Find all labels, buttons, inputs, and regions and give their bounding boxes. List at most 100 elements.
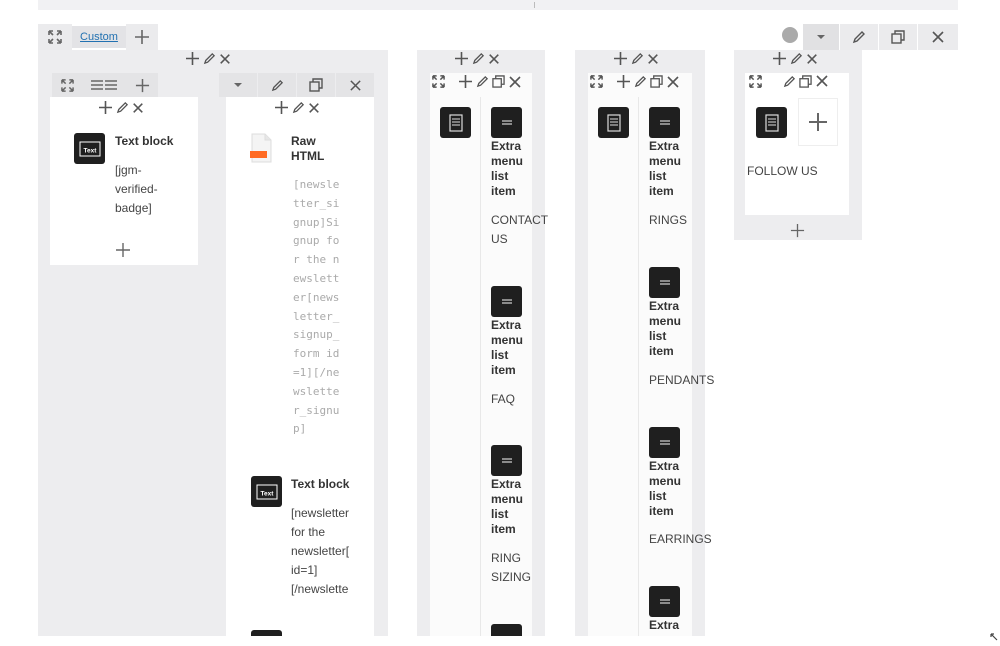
close-icon[interactable] — [308, 102, 320, 114]
clone-icon — [891, 30, 905, 44]
menu-item-icon[interactable] — [491, 107, 522, 138]
close-icon[interactable] — [488, 53, 500, 65]
expand-icon[interactable] — [432, 75, 445, 88]
column-5-inner-controls — [749, 74, 829, 88]
row-status-circle-icon[interactable] — [782, 27, 798, 43]
inner-col-edit-button[interactable] — [258, 73, 296, 97]
inner-col-dropdown-button[interactable] — [219, 73, 257, 97]
text-block-icon[interactable]: Text — [74, 133, 105, 164]
raw-html-title: Raw HTML — [291, 134, 325, 163]
inner-col-delete-button[interactable] — [336, 73, 374, 97]
pencil-icon[interactable] — [476, 75, 489, 88]
inner-column-a-controls — [98, 100, 144, 115]
svg-text:Text: Text — [260, 490, 274, 497]
add-icon[interactable] — [458, 74, 473, 89]
close-icon[interactable] — [815, 74, 829, 88]
pencil-icon[interactable] — [472, 52, 485, 65]
inner-row-expand-button[interactable] — [52, 73, 82, 97]
resize-cursor-icon — [990, 628, 998, 641]
plus-icon — [135, 30, 149, 44]
inner-col-clone-button[interactable] — [297, 73, 335, 97]
svg-text:Text: Text — [83, 147, 97, 154]
close-icon[interactable] — [666, 75, 680, 89]
add-icon[interactable] — [98, 100, 113, 115]
pencil-icon[interactable] — [783, 75, 796, 88]
menu-item-title: Extra menu list item — [491, 318, 524, 377]
menu-item-icon[interactable] — [649, 427, 680, 458]
close-icon[interactable] — [219, 53, 231, 65]
menu-item-icon[interactable] — [649, 586, 680, 617]
row-add-button[interactable] — [126, 24, 158, 50]
row-expand-button[interactable] — [38, 24, 72, 50]
chevron-down-icon — [817, 35, 825, 39]
follow-us-text: FOLLOW US — [747, 164, 818, 178]
widget-icon[interactable] — [440, 107, 471, 138]
column-3-divider — [480, 97, 481, 636]
expand-icon[interactable] — [749, 74, 762, 88]
menu-item-icon[interactable] — [491, 286, 522, 317]
column-5-controls — [772, 51, 818, 66]
text-block-title: Text block — [115, 134, 174, 148]
pencil-icon — [852, 31, 865, 44]
close-icon — [932, 31, 944, 43]
menu-item-text: EARRINGS — [649, 532, 712, 546]
pencil-icon[interactable] — [203, 52, 216, 65]
raw-html-icon[interactable] — [250, 133, 272, 168]
inner-row-add-button[interactable] — [126, 73, 158, 97]
row-dropdown-button[interactable] — [803, 24, 839, 50]
add-icon[interactable] — [185, 51, 200, 66]
add-element-icon[interactable] — [790, 220, 805, 242]
text-block-content: [jgm- verified- badge] — [115, 163, 158, 215]
add-icon[interactable] — [454, 51, 469, 66]
column-4-controls — [613, 51, 659, 66]
close-icon[interactable] — [806, 53, 818, 65]
menu-item-title: Extra menu list item — [491, 477, 524, 536]
plus-icon — [135, 78, 149, 92]
pencil-icon[interactable] — [634, 75, 647, 88]
row-edit-button[interactable] — [840, 24, 878, 50]
partial-element-icon[interactable] — [251, 630, 282, 636]
inner-row-layout-button[interactable] — [82, 73, 126, 97]
add-icon[interactable] — [616, 74, 631, 89]
pencil-icon[interactable] — [631, 52, 644, 65]
menu-item-icon[interactable] — [491, 624, 522, 636]
text-block-2-title: Text block — [291, 477, 350, 491]
custom-tab[interactable]: Custom — [72, 26, 126, 48]
add-icon[interactable] — [772, 51, 787, 66]
menu-item-icon[interactable] — [649, 107, 680, 138]
inner-column-b-controls — [274, 100, 320, 115]
menu-item-icon[interactable] — [491, 445, 522, 476]
pencil-icon[interactable] — [116, 101, 129, 114]
menu-item-icon[interactable] — [649, 267, 680, 298]
expand-icon[interactable] — [590, 75, 603, 88]
text-block-2-content: [newsletter for the newsletter[ id=1] [/… — [291, 506, 350, 596]
menu-item-text: CONTACT US — [491, 213, 549, 246]
text-block-icon[interactable]: Text — [251, 476, 282, 507]
close-icon[interactable] — [508, 75, 522, 89]
menu-item-title: Extra menu list item — [649, 299, 682, 358]
layout-lines-icon — [91, 80, 117, 90]
add-element-icon[interactable] — [115, 240, 131, 262]
clone-icon[interactable] — [650, 75, 663, 88]
clone-icon[interactable] — [799, 74, 812, 88]
clone-icon[interactable] — [492, 75, 505, 88]
close-icon[interactable] — [132, 102, 144, 114]
menu-item-text: PENDANTS — [649, 373, 715, 387]
pencil-icon — [271, 79, 283, 91]
add-element-button[interactable] — [798, 98, 838, 146]
add-icon[interactable] — [613, 51, 628, 66]
add-icon[interactable] — [274, 100, 289, 115]
menu-item-title: Extra menu list item — [649, 139, 682, 198]
widget-icon[interactable] — [598, 107, 629, 138]
row-clone-button[interactable] — [879, 24, 917, 50]
menu-item-title: Extra — [649, 618, 680, 632]
row-delete-button[interactable] — [918, 24, 958, 50]
expand-icon — [60, 78, 74, 92]
widget-icon[interactable] — [756, 107, 787, 138]
pencil-icon[interactable] — [292, 101, 305, 114]
menu-item-text: RING SIZING — [491, 551, 532, 584]
column-1-controls — [185, 51, 231, 66]
pencil-icon[interactable] — [790, 52, 803, 65]
raw-html-content: [newsle tter_si gnup]Si gnup fo r the n … — [293, 178, 340, 436]
close-icon[interactable] — [647, 53, 659, 65]
